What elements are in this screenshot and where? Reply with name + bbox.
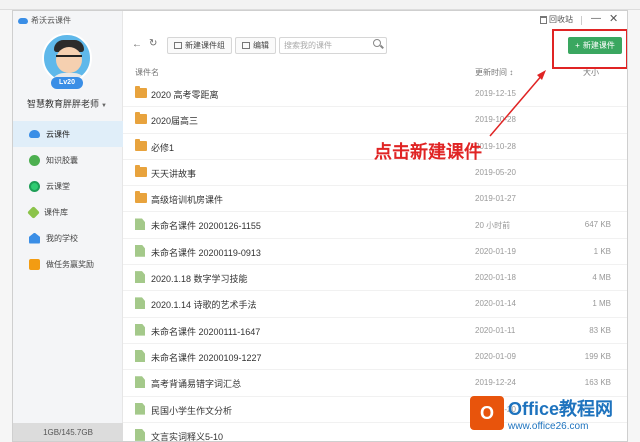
watermark-url: www.office26.com — [508, 420, 589, 432]
annotation-arrow — [489, 70, 546, 137]
watermark-title: Office教程网 — [508, 398, 614, 419]
annotation-text: 点击新建课件 — [374, 142, 482, 163]
watermark: O Office教程网 www.office26.com — [470, 388, 632, 438]
office-logo-icon: O — [470, 396, 504, 430]
